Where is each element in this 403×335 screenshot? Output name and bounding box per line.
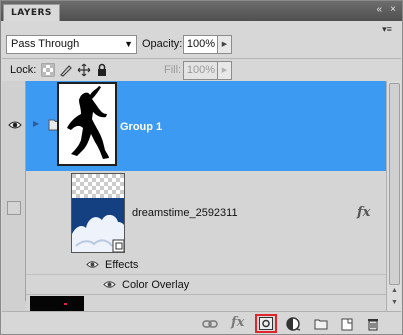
fx-indicator-icon[interactable]: fx [357,205,370,220]
eye-icon[interactable] [86,259,99,270]
effect-label-color-overlay: Color Overlay [122,279,190,291]
delete-layer-icon[interactable] [365,316,381,332]
close-icon[interactable]: × [390,4,396,16]
layer-row-partial[interactable] [26,295,386,311]
divider [2,58,401,59]
layer-row-group-1[interactable]: ▶ Group 1 [2,81,386,171]
scroll-up-arrow-icon[interactable]: ▲ [388,285,401,297]
eye-icon[interactable] [8,119,22,131]
panel-menu-icon[interactable]: ▾≡ [380,23,394,35]
link-layers-icon[interactable] [202,316,218,332]
fill-field[interactable]: 100% [183,61,218,80]
eye-icon[interactable] [103,279,116,290]
add-style-icon[interactable]: fx [231,315,244,330]
layers-tab[interactable]: LAYERS [3,4,60,21]
visibility-column [2,171,26,301]
blend-mode-select[interactable]: Pass Through ▼ [6,35,137,54]
thumbnail-detail [64,303,67,305]
lock-image-pixels-icon[interactable] [59,63,73,77]
new-layer-icon[interactable] [339,316,355,332]
blend-mode-value: Pass Through [11,38,80,50]
opacity-field[interactable]: 100% [183,35,218,54]
visibility-toggle-off[interactable] [7,201,21,215]
fill-slider-button[interactable]: ▶ [218,61,232,80]
layers-panel: LAYERS « × ▾≡ Pass Through ▼ Opacity: 10… [0,0,403,335]
effects-row[interactable]: Effects [26,255,386,275]
layer-name-dreamstime[interactable]: dreamstime_2592311 [132,207,238,219]
collapse-icon[interactable]: « [376,4,382,16]
add-mask-icon [259,317,273,330]
layer-thumbnail[interactable] [30,296,84,311]
layer-name-group-1[interactable]: Group 1 [120,121,162,133]
lock-all-icon[interactable] [95,63,109,77]
panel-title-bar: LAYERS « × [1,1,402,21]
lock-label: Lock: [10,64,37,76]
fill-label: Fill: [164,64,182,76]
scroll-down-arrow-icon[interactable]: ▼ [388,297,401,309]
group-mask-thumbnail[interactable] [57,82,117,166]
adjustment-layer-icon[interactable] [286,316,302,332]
layers-scrollbar[interactable]: ▲ ▼ [386,81,401,311]
lock-transparent-pixels-icon[interactable] [41,63,55,77]
new-group-icon[interactable] [313,316,329,332]
layer-thumbnail[interactable] [71,173,125,253]
layers-toolbar: fx [2,311,401,334]
layer-row-dreamstime[interactable]: dreamstime_2592311 fx [26,171,386,257]
chevron-down-icon: ▼ [124,39,133,49]
effects-label: Effects [105,259,139,271]
visibility-column [2,81,26,171]
effect-row-color-overlay[interactable]: Color Overlay [26,275,386,295]
expand-triangle-icon[interactable]: ▶ [33,119,39,128]
add-mask-button[interactable] [255,314,277,333]
layers-list: ▶ Group 1 dreamstime_2592311 fx Effects … [2,81,401,311]
lock-position-icon[interactable] [77,63,91,77]
scrollbar-thumb[interactable] [389,83,400,285]
opacity-slider-button[interactable]: ▶ [218,35,232,54]
opacity-label: Opacity: [142,38,183,50]
